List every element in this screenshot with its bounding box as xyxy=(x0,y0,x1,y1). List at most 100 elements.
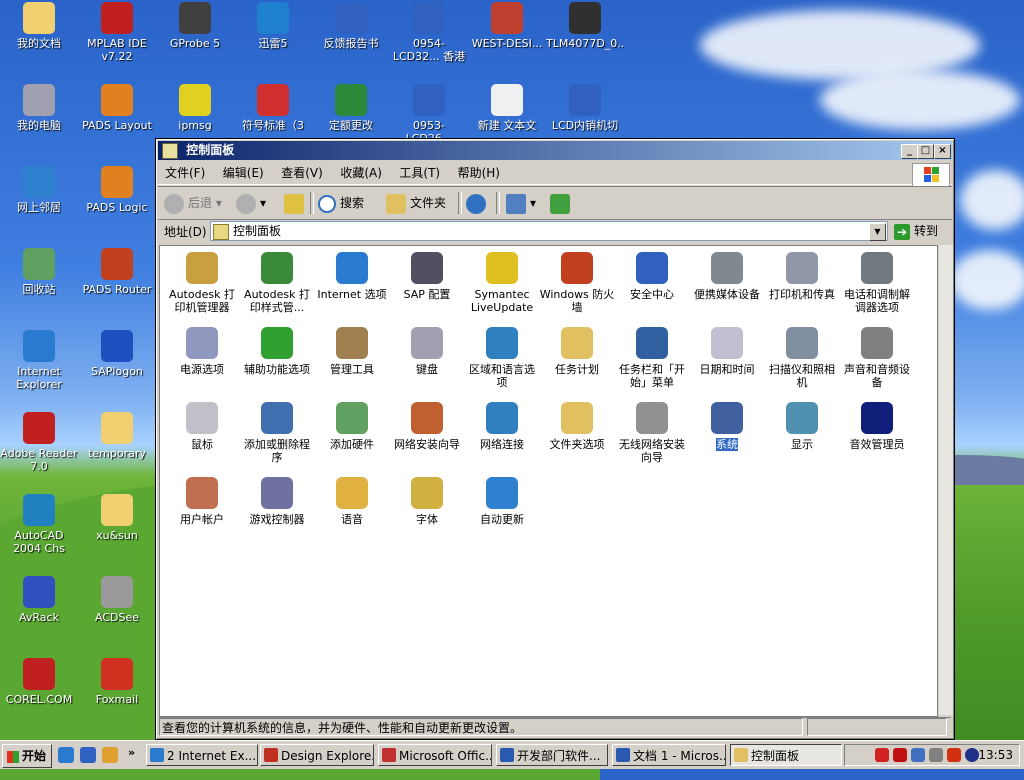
control-panel-item[interactable]: 鼠标 xyxy=(164,400,240,472)
desktop-icon[interactable]: 我的文档 xyxy=(0,0,78,80)
tray-app-icon[interactable] xyxy=(875,748,889,762)
control-panel-item[interactable]: 任务栏和「开始」菜单 xyxy=(614,325,690,397)
control-panel-item[interactable]: 字体 xyxy=(389,475,465,547)
desktop-icon[interactable]: ACDSee xyxy=(78,574,156,654)
control-panel-item[interactable]: Autodesk 打印样式管... xyxy=(239,250,315,322)
tray-ati-icon[interactable] xyxy=(893,748,907,762)
vertical-scrollbar[interactable] xyxy=(938,245,953,715)
desktop-icon[interactable]: SAPlogon xyxy=(78,328,156,408)
control-panel-item[interactable]: 网络连接 xyxy=(464,400,540,472)
control-panel-item[interactable]: 添加或删除程序 xyxy=(239,400,315,472)
control-panel-item[interactable]: Internet 选项 xyxy=(314,250,390,322)
desktop-icon[interactable]: PADS Logic xyxy=(78,164,156,244)
desktop-icon[interactable]: temporary xyxy=(78,410,156,490)
search-button[interactable]: 搜索 xyxy=(318,191,364,215)
control-panel-item[interactable]: Autodesk 打印机管理器 xyxy=(164,250,240,322)
control-panel-item[interactable]: 显示 xyxy=(764,400,840,472)
desktop-icon[interactable]: MPLAB IDE v7.22 xyxy=(78,0,156,80)
desktop-icon[interactable]: xu&sun xyxy=(78,492,156,572)
address-input[interactable]: 控制面板 ▼ xyxy=(210,221,888,241)
back-button[interactable]: 后退 ▾ xyxy=(164,191,222,215)
desktop-icon[interactable]: 反馈报告书 xyxy=(312,0,390,80)
control-panel-item[interactable]: Windows 防火墙 xyxy=(539,250,615,322)
control-panel-item[interactable]: 系统 xyxy=(689,400,765,472)
tray-k-icon[interactable] xyxy=(947,748,961,762)
up-folder-button[interactable] xyxy=(284,191,308,215)
menu-favorites[interactable]: 收藏(A) xyxy=(333,162,389,184)
address-dropdown-button[interactable]: ▼ xyxy=(869,223,886,241)
desktop-item-icon xyxy=(335,84,367,116)
taskbar-button[interactable]: 文档 1 - Micros... xyxy=(612,744,726,766)
control-panel-item[interactable]: SAP 配置 xyxy=(389,250,465,322)
start-button[interactable]: 开始 xyxy=(2,744,52,768)
control-panel-item[interactable]: 打印机和传真 xyxy=(764,250,840,322)
desktop-icon[interactable]: 回收站 xyxy=(0,246,78,326)
undo-button[interactable] xyxy=(466,191,490,215)
title-bar[interactable]: 控制面板 _ □ × xyxy=(158,141,952,160)
desktop-icon[interactable]: 网上邻居 xyxy=(0,164,78,244)
control-panel-item[interactable]: 音效管理员 xyxy=(839,400,915,472)
control-panel-item[interactable]: 电话和调制解调器选项 xyxy=(839,250,915,322)
menu-help[interactable]: 帮助(H) xyxy=(451,162,507,184)
control-panel-item[interactable]: 自动更新 xyxy=(464,475,540,547)
control-panel-item[interactable]: 电源选项 xyxy=(164,325,240,397)
desktop-icon[interactable]: Foxmail xyxy=(78,656,156,736)
control-panel-item[interactable]: 游戏控制器 xyxy=(239,475,315,547)
control-panel-item[interactable]: 便携媒体设备 xyxy=(689,250,765,322)
quicklaunch-ie-icon[interactable] xyxy=(58,747,74,763)
desktop-icon[interactable]: PADS Layout xyxy=(78,82,156,162)
control-panel-item[interactable]: 无线网络安装向导 xyxy=(614,400,690,472)
quicklaunch-more-chevron[interactable]: » xyxy=(128,746,135,759)
desktop-icon[interactable]: 迅雷5 xyxy=(234,0,312,80)
quicklaunch-media-icon[interactable] xyxy=(102,747,118,763)
refresh-button[interactable] xyxy=(550,191,574,215)
close-button[interactable]: × xyxy=(934,144,951,159)
quicklaunch-desktop-icon[interactable] xyxy=(80,747,96,763)
control-panel-item[interactable]: 日期和时间 xyxy=(689,325,765,397)
taskbar-button[interactable]: 开发部门软件... xyxy=(496,744,608,766)
menu-file[interactable]: 文件(F) xyxy=(158,162,212,184)
taskbar-button[interactable]: Design Explore... xyxy=(260,744,374,766)
forward-button[interactable]: ▾ xyxy=(236,191,266,215)
control-panel-item[interactable]: 辅助功能选项 xyxy=(239,325,315,397)
control-panel-item[interactable]: 用户帐户 xyxy=(164,475,240,547)
control-panel-item[interactable]: 区域和语言选项 xyxy=(464,325,540,397)
taskbar-button[interactable]: 控制面板 xyxy=(730,744,842,766)
control-panel-item[interactable]: 添加硬件 xyxy=(314,400,390,472)
control-panel-item[interactable]: 任务计划 xyxy=(539,325,615,397)
minimize-button[interactable]: _ xyxy=(901,144,918,159)
desktop-icon[interactable]: TLM4077D_0... xyxy=(546,0,624,80)
desktop-icon[interactable]: AvRack xyxy=(0,574,78,654)
desktop-icon[interactable]: WEST-DESI... xyxy=(468,0,546,80)
control-panel-item[interactable]: 安全中心 xyxy=(614,250,690,322)
tray-network-icon[interactable] xyxy=(911,748,925,762)
desktop-icon[interactable]: PADS Router xyxy=(78,246,156,326)
desktop-item-icon xyxy=(23,2,55,34)
desktop-icon[interactable]: GProbe 5 xyxy=(156,0,234,80)
desktop-icon[interactable]: COREL.COM xyxy=(0,656,78,736)
tray-sound-icon[interactable] xyxy=(965,748,979,762)
taskbar-button[interactable]: 2 Internet Ex... xyxy=(146,744,258,766)
desktop-icon[interactable]: Internet Explorer xyxy=(0,328,78,408)
desktop-icon[interactable]: Adobe Reader 7.0 xyxy=(0,410,78,490)
menu-tools[interactable]: 工具(T) xyxy=(392,162,447,184)
control-panel-item[interactable]: Symantec LiveUpdate xyxy=(464,250,540,322)
control-panel-item[interactable]: 键盘 xyxy=(389,325,465,397)
menu-view[interactable]: 查看(V) xyxy=(274,162,330,184)
views-button[interactable]: ▾ xyxy=(506,191,536,215)
go-button[interactable]: ➔ 转到 xyxy=(894,221,938,241)
control-panel-item[interactable]: 文件夹选项 xyxy=(539,400,615,472)
control-panel-item[interactable]: 管理工具 xyxy=(314,325,390,397)
control-panel-item[interactable]: 网络安装向导 xyxy=(389,400,465,472)
desktop-icon[interactable]: 我的电脑 xyxy=(0,82,78,162)
desktop-icon[interactable]: 0954-LCD32... 香港孙有新 xyxy=(390,0,468,80)
control-panel-item[interactable]: 声音和音频设备 xyxy=(839,325,915,397)
taskbar-button[interactable]: Microsoft Offic... xyxy=(378,744,492,766)
maximize-button[interactable]: □ xyxy=(917,144,934,159)
control-panel-item[interactable]: 语音 xyxy=(314,475,390,547)
tray-volume-icon[interactable] xyxy=(929,748,943,762)
menu-edit[interactable]: 编辑(E) xyxy=(216,162,271,184)
control-panel-item[interactable]: 扫描仪和照相机 xyxy=(764,325,840,397)
folders-button[interactable]: 文件夹 xyxy=(386,191,446,215)
desktop-icon[interactable]: AutoCAD 2004 Chs xyxy=(0,492,78,572)
